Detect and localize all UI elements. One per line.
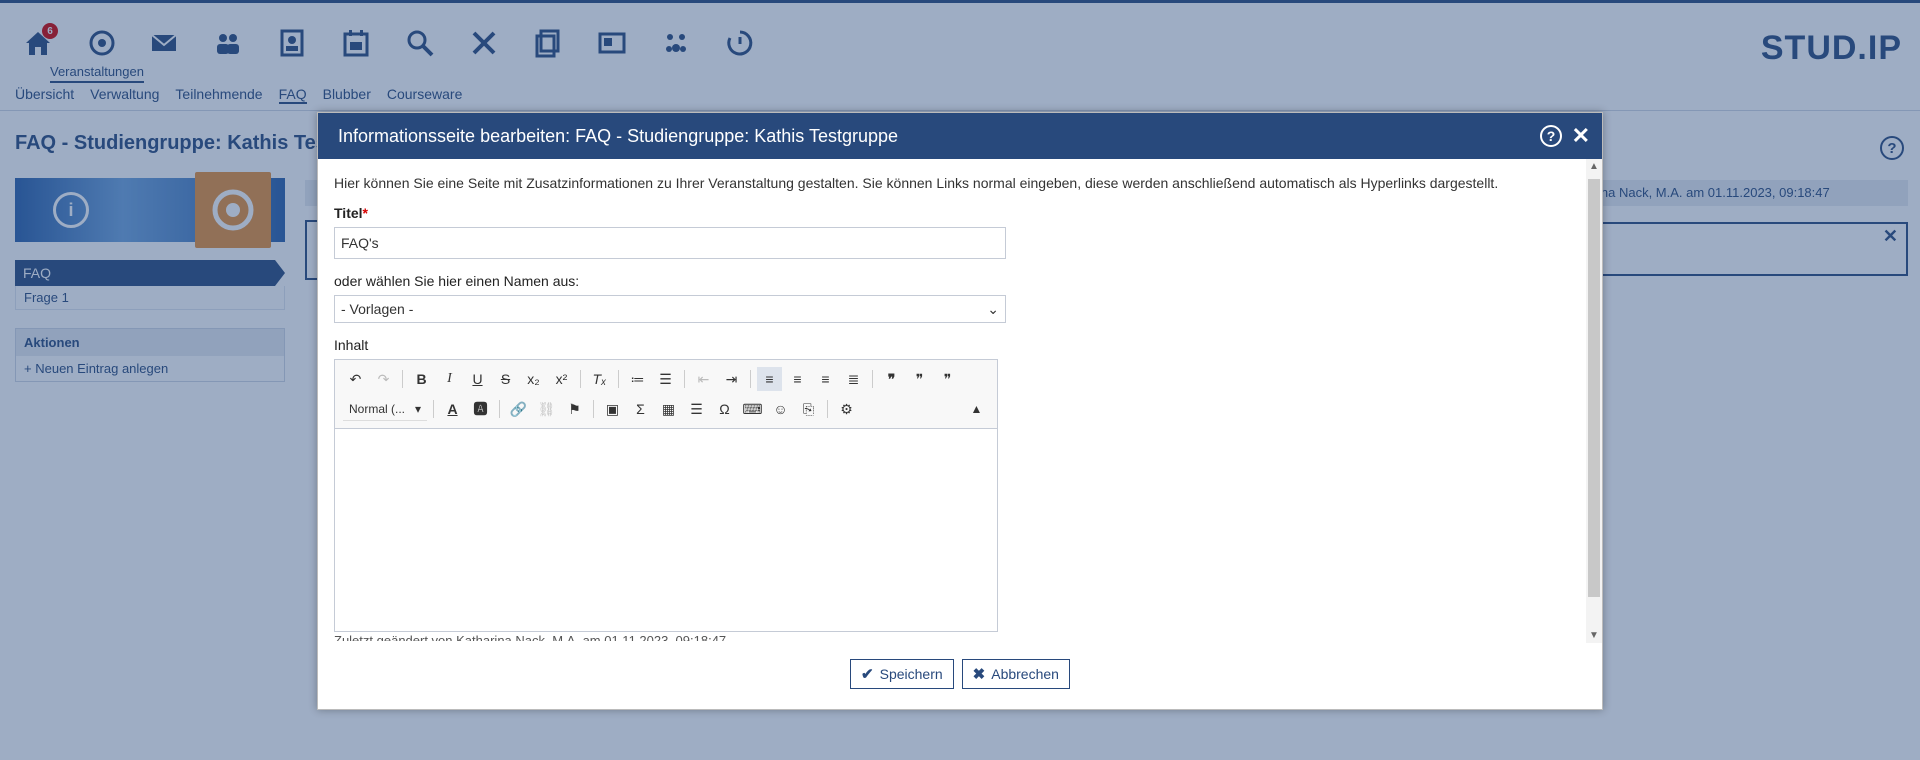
anchor-flag-icon[interactable]: ⚑: [562, 397, 587, 421]
caret-down-icon: ▾: [414, 401, 421, 416]
required-marker: *: [362, 205, 368, 221]
toolbar-separator: [499, 400, 500, 418]
numbered-list-icon[interactable]: ≔: [625, 367, 650, 391]
horizontal-line-icon[interactable]: ☰: [684, 397, 709, 421]
save-button-label: Speichern: [879, 666, 943, 682]
outdent-icon[interactable]: ⇤: [691, 367, 716, 391]
bullet-list-icon[interactable]: ☰: [653, 367, 678, 391]
dialog-title: Informationsseite bearbeiten: FAQ - Stud…: [338, 125, 899, 146]
unlink-icon[interactable]: ⛓: [534, 397, 559, 421]
toolbar-separator: [593, 400, 594, 418]
indent-icon[interactable]: ⇥: [719, 367, 744, 391]
image-icon[interactable]: ▣: [600, 397, 625, 421]
special-char-omega-icon[interactable]: Ω: [712, 397, 737, 421]
strikethrough-icon[interactable]: S: [493, 367, 518, 391]
subscript-icon[interactable]: x₂: [521, 367, 546, 391]
italic-icon[interactable]: I: [437, 367, 462, 391]
link-icon[interactable]: 🔗: [506, 397, 531, 421]
remove-quote-icon[interactable]: ❞: [935, 367, 960, 391]
undo-icon[interactable]: ↶: [343, 367, 368, 391]
settings-gear-icon[interactable]: ⚙: [834, 397, 859, 421]
smiley-icon[interactable]: ☺: [768, 397, 793, 421]
title-label-text: Titel: [334, 205, 363, 221]
table-icon[interactable]: ▦: [656, 397, 681, 421]
choose-name-label: oder wählen Sie hier einen Namen aus:: [334, 273, 580, 289]
align-left-icon[interactable]: ≡: [757, 367, 782, 391]
format-select-value: Normal (...: [349, 401, 406, 416]
title-label: Titel*: [334, 205, 1586, 221]
superscript-icon[interactable]: x²: [549, 367, 574, 391]
format-select[interactable]: Normal (... ▾: [343, 397, 427, 421]
quote-icon[interactable]: ❞: [907, 367, 932, 391]
content-label: Inhalt: [334, 337, 369, 353]
chevron-down-icon: ⌄: [987, 300, 999, 317]
toolbar-separator: [827, 400, 828, 418]
title-input[interactable]: FAQ's: [334, 227, 1006, 259]
background-color-icon[interactable]: 🅰: [468, 397, 493, 421]
remove-format-icon[interactable]: Tₓ: [587, 367, 612, 391]
scroll-down-icon[interactable]: ▼: [1586, 630, 1602, 641]
bold-icon[interactable]: B: [409, 367, 434, 391]
toolbar-separator: [580, 370, 581, 388]
scrollbar-thumb[interactable]: [1588, 179, 1600, 597]
edit-dialog: Informationsseite bearbeiten: FAQ - Stud…: [317, 112, 1603, 710]
toolbar-row-1: ↶ ↷ B I U S x₂ x² Tₓ ≔ ☰ ⇤ ⇥ ≡ ≡ ≡ ≣ ❞ ❞…: [343, 364, 989, 394]
scroll-up-icon[interactable]: ▲: [1586, 161, 1602, 172]
source-code-icon[interactable]: ⎘: [796, 397, 821, 421]
underline-icon[interactable]: U: [465, 367, 490, 391]
editor-toolbar: ↶ ↷ B I U S x₂ x² Tₓ ≔ ☰ ⇤ ⇥ ≡ ≡ ≡ ≣ ❞ ❞…: [335, 360, 997, 429]
dialog-intro: Hier können Sie eine Seite mit Zusatzinf…: [334, 175, 1499, 191]
dialog-scrollbar[interactable]: ▲ ▼: [1586, 159, 1602, 643]
dialog-help-icon[interactable]: ?: [1540, 125, 1562, 147]
align-justify-icon[interactable]: ≣: [841, 367, 866, 391]
toolbar-separator: [684, 370, 685, 388]
toolbar-separator: [433, 400, 434, 418]
align-center-icon[interactable]: ≡: [785, 367, 810, 391]
dialog-header: Informationsseite bearbeiten: FAQ - Stud…: [318, 113, 1602, 159]
toolbar-separator: [750, 370, 751, 388]
editor-content-area[interactable]: [335, 429, 997, 631]
dialog-buttons: ✔ Speichern ✖ Abbrechen: [318, 659, 1602, 689]
rich-text-editor: ↶ ↷ B I U S x₂ x² Tₓ ≔ ☰ ⇤ ⇥ ≡ ≡ ≡ ≣ ❞ ❞…: [334, 359, 998, 632]
redo-icon[interactable]: ↷: [371, 367, 396, 391]
check-icon: ✔: [861, 666, 874, 683]
blockquote-icon[interactable]: ❞: [879, 367, 904, 391]
last-modified-info: Zuletzt geändert von Katharina Nack, M.A…: [334, 633, 727, 641]
toolbar-row-2: Normal (... ▾ A 🅰 🔗 ⛓ ⚑ ▣ Σ ▦ ☰ Ω ⌨ ☺ ⎘ …: [343, 394, 989, 424]
title-input-value: FAQ's: [341, 235, 379, 251]
dialog-body: Hier können Sie eine Seite mit Zusatzinf…: [318, 159, 1602, 643]
template-select-value: - Vorlagen -: [341, 301, 414, 317]
toolbar-separator: [402, 370, 403, 388]
cancel-button[interactable]: ✖ Abbrechen: [961, 659, 1070, 689]
dialog-close-icon[interactable]: ✕: [1572, 123, 1590, 149]
formula-sigma-icon[interactable]: Σ: [628, 397, 653, 421]
template-select[interactable]: - Vorlagen - ⌄: [334, 295, 1006, 323]
cancel-button-label: Abbrechen: [991, 666, 1059, 682]
text-field-icon[interactable]: ⌨: [740, 397, 765, 421]
align-right-icon[interactable]: ≡: [813, 367, 838, 391]
save-button[interactable]: ✔ Speichern: [850, 659, 954, 689]
toolbar-separator: [618, 370, 619, 388]
collapse-toolbar-icon[interactable]: ▲: [964, 397, 989, 421]
text-color-icon[interactable]: A: [440, 397, 465, 421]
toolbar-separator: [872, 370, 873, 388]
cross-icon: ✖: [972, 666, 986, 683]
